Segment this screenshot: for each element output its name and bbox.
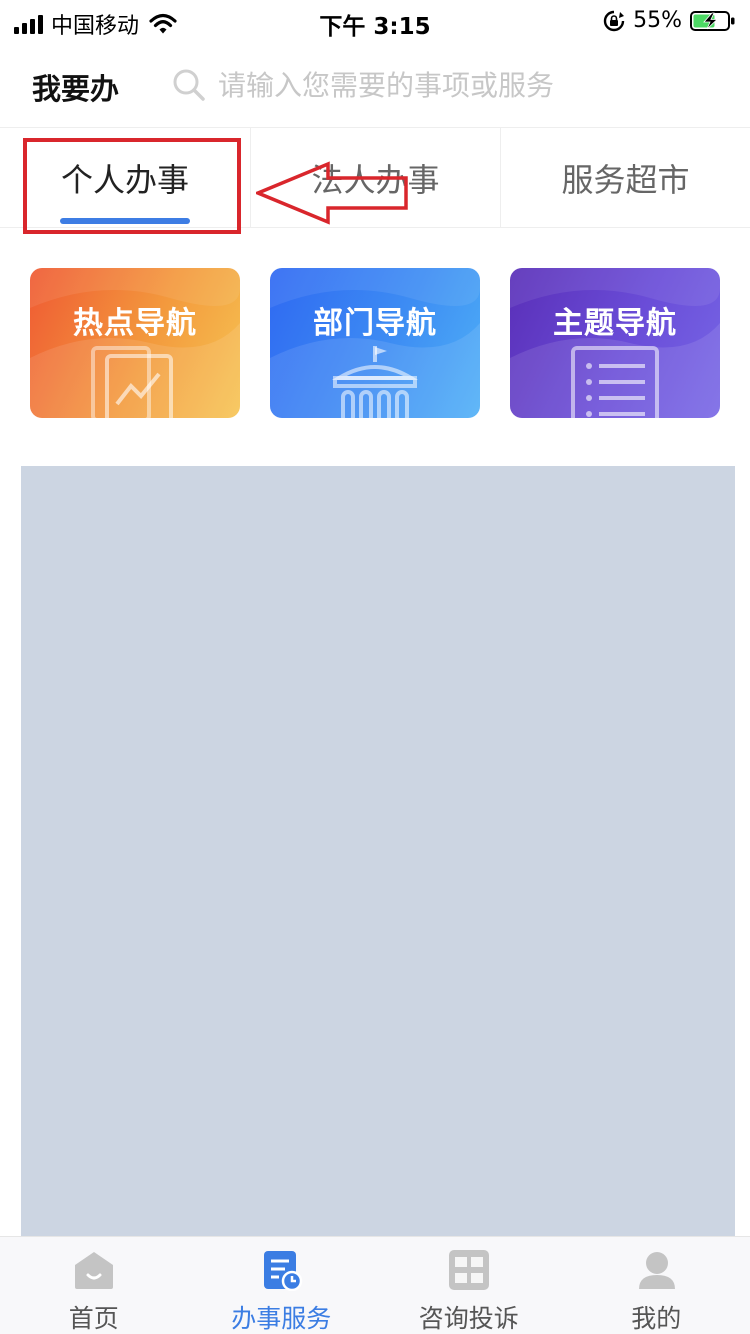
people-hotline-icon <box>449 1250 489 1290</box>
page-header: 我要办 <box>0 42 750 128</box>
tab-service-market[interactable]: 服务超市 <box>500 128 750 228</box>
theme-navigation-card[interactable]: 主题导航 <box>510 268 720 418</box>
hot-navigation-card[interactable]: 热点导航 <box>30 268 240 418</box>
card-label: 热点导航 <box>73 306 197 341</box>
tabbar-label: 办事服务 <box>231 1304 332 1333</box>
category-tabs: 个人办事 法人办事 服务超市 <box>0 128 750 228</box>
tabbar-services[interactable]: 办事服务 <box>188 1237 376 1334</box>
user-icon <box>638 1252 675 1289</box>
search-bar[interactable] <box>172 62 732 108</box>
battery-charging-icon <box>690 10 735 31</box>
page-title: 我要办 <box>32 72 120 106</box>
tabbar-mine[interactable]: 我的 <box>563 1237 750 1334</box>
chart-document-icon <box>91 346 173 418</box>
navigation-cards: 热点导航 部门导航 主题导航 <box>30 268 720 418</box>
government-building-icon <box>331 346 419 418</box>
tab-label: 服务超市 <box>561 161 690 199</box>
list-document-icon <box>571 346 659 418</box>
service-document-icon <box>263 1251 302 1291</box>
tab-label: 法人办事 <box>311 161 440 199</box>
active-tab-indicator <box>60 218 190 224</box>
rotation-lock-icon <box>603 10 625 31</box>
card-label: 主题导航 <box>553 306 677 341</box>
tabbar-label: 我的 <box>631 1304 682 1333</box>
content-placeholder <box>21 466 735 1256</box>
status-bar: 中国移动 下午 3:15 55% <box>0 0 750 42</box>
tab-label: 个人办事 <box>60 161 189 199</box>
home-icon <box>75 1252 113 1289</box>
tab-personal[interactable]: 个人办事 <box>0 128 250 228</box>
tabbar-home[interactable]: 首页 <box>0 1237 188 1334</box>
status-right: 55% <box>603 8 736 33</box>
search-icon <box>173 69 205 101</box>
tabbar-consult[interactable]: 咨询投诉 <box>375 1237 563 1334</box>
bottom-tab-bar: 首页 办事服务 咨询投诉 我的 <box>0 1236 750 1334</box>
tab-corporate[interactable]: 法人办事 <box>250 128 500 228</box>
app-screen: 中国移动 下午 3:15 55% 我要办 请输入您需要的事项或服务 个人办事 法… <box>0 0 750 1334</box>
search-input[interactable] <box>218 68 718 102</box>
card-label: 部门导航 <box>313 306 437 341</box>
tabbar-label: 咨询投诉 <box>418 1304 519 1333</box>
department-navigation-card[interactable]: 部门导航 <box>270 268 480 418</box>
tabbar-label: 首页 <box>68 1304 119 1333</box>
battery-percent: 55% <box>633 8 682 33</box>
